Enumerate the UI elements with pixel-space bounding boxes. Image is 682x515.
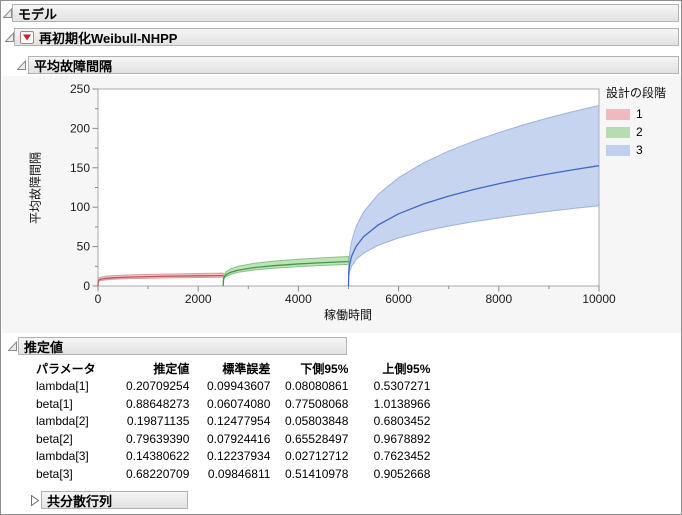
x-tick-label: 8000 — [485, 292, 512, 306]
estimates-header-row: パラメータ推定値標準誤差下側95%上側95% — [36, 360, 430, 378]
y-tick-label: 100 — [70, 200, 90, 214]
jmp-report-window: モデル 再初期化Weibull-NHPP 平均故障間隔 020004000600… — [0, 0, 682, 515]
parameter-name-cell: lambda[2] — [36, 413, 126, 431]
red-triangle-icon — [23, 34, 31, 41]
parameter-name-cell: beta[1] — [36, 395, 126, 413]
estimate-value-cell: 0.9052668 — [348, 465, 430, 483]
legend-item[interactable]: 2 — [606, 126, 643, 138]
legend-label: 2 — [636, 125, 643, 139]
legend-item[interactable]: 1 — [606, 108, 643, 120]
estimate-value-cell: 0.5307271 — [348, 378, 430, 396]
estimate-value-cell: 0.6803452 — [348, 413, 430, 431]
estimate-value-cell: 0.88648273 — [126, 395, 189, 413]
estimate-value-cell: 0.08080861 — [270, 378, 348, 396]
parameter-name-cell: beta[2] — [36, 430, 126, 448]
estimate-value-cell: 0.06074080 — [189, 395, 270, 413]
legend-title: 設計の段階 — [606, 84, 666, 101]
estimate-value-cell: 1.0138966 — [348, 395, 430, 413]
outline-bar-mtbf[interactable]: 平均故障間隔 — [28, 56, 679, 74]
y-tick-label: 0 — [83, 279, 90, 293]
legend-label: 1 — [636, 107, 643, 121]
parameter-name-cell: lambda[3] — [36, 448, 126, 466]
parameter-name-cell: beta[3] — [36, 465, 126, 483]
estimate-value-cell: 0.14380622 — [126, 448, 189, 466]
outline-title-mtbf: 平均故障間隔 — [34, 56, 112, 75]
estimate-value-cell: 0.9678892 — [348, 430, 430, 448]
estimates-row: beta[1]0.886482730.060740800.775080681.0… — [36, 395, 430, 413]
estimate-value-cell: 0.65528497 — [270, 430, 348, 448]
estimates-row: lambda[1]0.207092540.099436070.080808610… — [36, 378, 430, 396]
x-tick-label: 0 — [95, 292, 102, 306]
estimates-column-header: パラメータ — [36, 360, 126, 378]
estimate-value-cell: 0.12477954 — [189, 413, 270, 431]
disclosure-collapsed-icon[interactable] — [30, 495, 40, 506]
estimates-row: beta[2]0.796393900.079244160.655284970.9… — [36, 430, 430, 448]
y-tick-label: 200 — [70, 121, 90, 135]
outline-title-estimates: 推定値 — [24, 337, 63, 356]
y-tick-label: 50 — [77, 240, 91, 254]
mtbf-chart[interactable]: 0 2000 4000 6000 8000 10000 0 50 100 150 200 250 — [2, 76, 681, 333]
outline-title-weibull-nhpp: 再初期化Weibull-NHPP — [39, 28, 177, 47]
estimates-column-header: 推定値 — [126, 360, 189, 378]
estimate-value-cell: 0.20709254 — [126, 378, 189, 396]
estimates-column-header: 標準誤差 — [189, 360, 270, 378]
estimate-value-cell: 0.09943607 — [189, 378, 270, 396]
outline-bar-covariance[interactable]: 共分散行列 — [41, 491, 188, 509]
x-tick-label: 6000 — [385, 292, 412, 306]
estimates-table: パラメータ推定値標準誤差下側95%上側95% lambda[1]0.207092… — [36, 360, 430, 483]
outline-bar-estimates[interactable]: 推定値 — [18, 337, 347, 355]
estimate-value-cell: 0.79639390 — [126, 430, 189, 448]
estimate-value-cell: 0.51410978 — [270, 465, 348, 483]
estimate-value-cell: 0.07924416 — [189, 430, 270, 448]
legend-item[interactable]: 3 — [606, 144, 643, 156]
outline-title-covariance: 共分散行列 — [47, 491, 112, 510]
estimates-table-header: パラメータ推定値標準誤差下側95%上側95% — [36, 360, 430, 378]
legend-label: 3 — [636, 143, 643, 157]
x-tick-label: 10000 — [582, 292, 616, 306]
legend: 1 2 3 — [606, 108, 643, 162]
estimate-value-cell: 0.7623452 — [348, 448, 430, 466]
estimate-value-cell: 0.12237934 — [189, 448, 270, 466]
outline-bar-weibull-nhpp[interactable]: 再初期化Weibull-NHPP — [14, 28, 679, 46]
estimate-value-cell: 0.05803848 — [270, 413, 348, 431]
mtbf-chart-panel: 0 2000 4000 6000 8000 10000 0 50 100 150 200 250 平均… — [2, 76, 681, 333]
legend-swatch-icon — [606, 145, 630, 156]
legend-swatch-icon — [606, 109, 630, 120]
estimate-value-cell: 0.09846811 — [189, 465, 270, 483]
x-axis-label: 稼働時間 — [324, 306, 372, 323]
estimates-row: lambda[2]0.198711350.124779540.058038480… — [36, 413, 430, 431]
estimates-row: lambda[3]0.143806220.122379340.027127120… — [36, 448, 430, 466]
y-axis-label: 平均故障間隔 — [27, 152, 44, 224]
estimate-value-cell: 0.19871135 — [126, 413, 189, 431]
outline-title-model: モデル — [18, 4, 57, 23]
outline-bar-model[interactable]: モデル — [12, 4, 679, 22]
red-triangle-menu-button[interactable] — [20, 31, 34, 44]
estimate-value-cell: 0.02712712 — [270, 448, 348, 466]
disclosure-expanded-icon[interactable] — [17, 60, 27, 71]
legend-swatch-icon — [606, 127, 630, 138]
estimate-value-cell: 0.77508068 — [270, 395, 348, 413]
disclosure-expanded-icon[interactable] — [8, 341, 18, 352]
estimates-row: beta[3]0.682207090.098468110.514109780.9… — [36, 465, 430, 483]
x-tick-label: 4000 — [285, 292, 312, 306]
estimates-table-body: lambda[1]0.207092540.099436070.080808610… — [36, 378, 430, 483]
estimates-column-header: 上側95% — [348, 360, 430, 378]
estimates-column-header: 下側95% — [270, 360, 348, 378]
x-tick-label: 2000 — [185, 292, 212, 306]
parameter-name-cell: lambda[1] — [36, 378, 126, 396]
estimate-value-cell: 0.68220709 — [126, 465, 189, 483]
y-tick-label: 250 — [70, 82, 90, 96]
y-tick-label: 150 — [70, 161, 90, 175]
